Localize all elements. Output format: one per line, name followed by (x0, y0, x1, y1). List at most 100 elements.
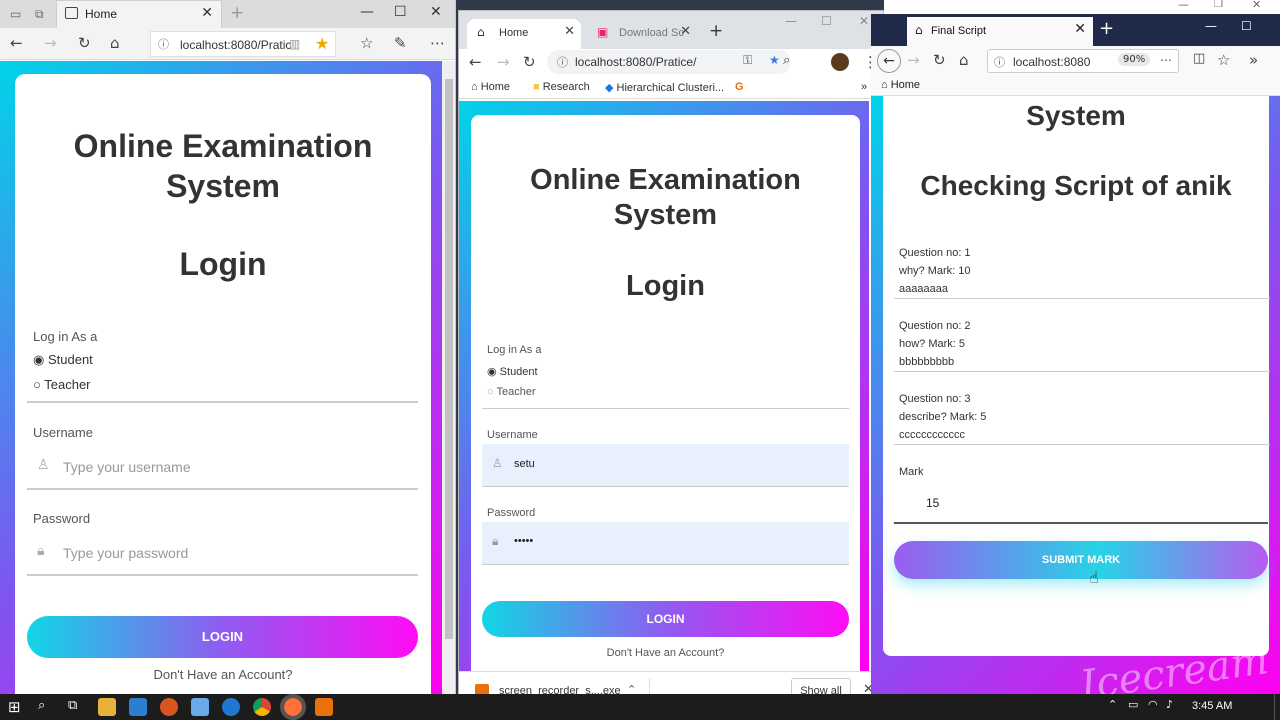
radio-student[interactable]: ◉ Student (487, 365, 538, 378)
file-explorer-icon[interactable] (98, 698, 116, 716)
home-icon[interactable]: ⌂ (110, 34, 120, 52)
login-button[interactable]: LOGIN (482, 601, 849, 637)
bookmark-star-icon[interactable]: ★ (769, 53, 780, 67)
bookmark-star-icon[interactable]: ☆ (1217, 51, 1230, 69)
username-underline (27, 488, 418, 490)
zoom-badge[interactable]: 90% (1118, 53, 1151, 66)
maximize-icon[interactable]: ☐ (821, 14, 832, 28)
favorite-star-icon[interactable]: ★ (315, 34, 329, 53)
chrome-tab-home[interactable]: ⌂ Home ✕ (467, 19, 581, 49)
bookmark-hierarchical[interactable]: ◆ Hierarchical Clusteri... (605, 81, 724, 94)
windows-start-icon[interactable]: ⊞ (8, 698, 21, 716)
app2-icon[interactable] (191, 698, 209, 716)
back-icon[interactable]: ← (877, 49, 901, 73)
profile-avatar[interactable] (831, 53, 849, 71)
firefox-icon[interactable] (280, 694, 306, 720)
window-close-icon[interactable]: ✕ (1252, 0, 1261, 11)
url-field[interactable]: ⓘ localhost:8080/Pratice/ ⚿ ★ (547, 50, 791, 74)
password-input[interactable]: 🔒︎ ••••• (482, 522, 849, 564)
search-icon[interactable]: ⌕ (38, 698, 45, 713)
radio-student-label: Student (499, 366, 538, 378)
username-input[interactable]: ♙ Type your username (27, 446, 418, 488)
firefox-tab-final-script[interactable]: ⌂ Final Script ✕ (907, 17, 1093, 46)
bookmark-home[interactable]: ⌂ Home (471, 81, 510, 93)
chrome-icon[interactable] (253, 698, 271, 716)
mark-input[interactable]: 15 (894, 486, 1268, 522)
login-button[interactable]: LOGIN (27, 616, 418, 658)
clock-time[interactable]: 3:45 AM (1192, 700, 1232, 712)
show-desktop-button[interactable] (1274, 694, 1280, 720)
maximize-icon[interactable]: ☐ (394, 4, 407, 20)
new-tab-icon[interactable]: + (709, 21, 723, 41)
edge-tab-home[interactable]: Home ✕ (56, 0, 222, 28)
forward-icon[interactable]: → (907, 51, 920, 69)
radio-teacher[interactable]: ○ Teacher (33, 377, 91, 392)
task-view-icon[interactable]: ⧉ (68, 698, 77, 713)
submit-mark-button[interactable]: SUBMIT MARK (894, 541, 1268, 579)
chrome-tab-strip: ⌂ Home ✕ ▣ Download Sc ✕ + — ☐ ✕ (459, 11, 883, 49)
key-icon[interactable]: ⚿ (743, 53, 752, 68)
firefox-toolbar: ← → ↻ ⌂ ⓘ localhost:8080 90% ⋯ ◫ ☆ » (871, 46, 1280, 76)
close-icon[interactable]: ✕ (564, 24, 575, 39)
page-background: System Checking Script of anik Question … (871, 96, 1280, 694)
window-close-icon[interactable]: ✕ (859, 14, 869, 28)
scrollbar-thumb[interactable] (445, 79, 453, 639)
reading-view-icon[interactable]: ▥ (289, 37, 300, 51)
page-actions-icon[interactable]: ⋯ (1160, 53, 1172, 67)
url-field[interactable]: ⓘ localhost:8080/Pratic ▥ ★ (150, 31, 336, 57)
back-icon[interactable]: ← (10, 34, 23, 52)
set-aside-tabs-icon[interactable]: ⧉ (35, 7, 44, 22)
pen-icon[interactable]: ✎ (394, 34, 407, 52)
chrome-window: ⌂ Home ✕ ▣ Download Sc ✕ + — ☐ ✕ ← → ↻ ⓘ… (458, 10, 884, 710)
close-icon[interactable]: ✕ (1074, 21, 1086, 37)
minimize-icon[interactable]: — (785, 14, 797, 28)
more-bookmarks-icon[interactable]: » (861, 81, 867, 93)
minimize-icon[interactable]: — (1178, 0, 1189, 11)
zoom-icon[interactable]: ⌕ (783, 53, 790, 68)
refresh-icon[interactable]: ↻ (78, 34, 91, 52)
minimize-icon[interactable]: — (360, 4, 374, 20)
recorder-icon[interactable] (315, 698, 333, 716)
more-icon[interactable]: ⋯ (430, 34, 445, 52)
refresh-icon[interactable]: ↻ (933, 51, 946, 69)
tab-manager-icon[interactable]: ▭ (10, 7, 21, 21)
signup-link[interactable]: Don't Have an Account? (15, 667, 431, 682)
back-icon[interactable]: ← (469, 53, 482, 71)
page-background: Online Examination System Login Log in A… (0, 61, 442, 694)
bookmark-home[interactable]: ⌂ Home (881, 79, 920, 91)
forward-icon[interactable]: → (44, 34, 57, 52)
minimize-icon[interactable]: — (1205, 19, 1217, 33)
radio-teacher[interactable]: ○ Teacher (487, 386, 536, 398)
home-icon[interactable]: ⌂ (959, 51, 969, 69)
app-icon[interactable] (160, 698, 178, 716)
maximize-icon[interactable]: ☐ (1241, 19, 1252, 33)
pocket-icon[interactable]: ◫ (1193, 51, 1205, 66)
refresh-icon[interactable]: ↻ (523, 53, 536, 71)
store-icon[interactable] (129, 698, 147, 716)
battery-icon[interactable]: ▭ (1128, 698, 1138, 711)
signup-link[interactable]: Don't Have an Account? (471, 647, 860, 659)
window-close-icon[interactable]: ✕ (430, 4, 442, 20)
radio-student[interactable]: ◉ Student (33, 352, 93, 368)
chevron-up-icon[interactable]: ⌃ (1108, 698, 1117, 711)
favorites-icon[interactable]: ☆ (360, 34, 373, 52)
question-text: describe? Mark: 5 (899, 411, 987, 423)
forward-icon[interactable]: → (497, 53, 510, 71)
chrome-tab-download[interactable]: ▣ Download Sc ✕ (587, 19, 697, 49)
new-tab-icon[interactable]: + (230, 3, 244, 23)
wifi-icon[interactable]: ◠ (1148, 698, 1158, 711)
restore-icon[interactable]: ❐ (1214, 0, 1223, 10)
close-icon[interactable]: ✕ (680, 24, 691, 39)
volume-icon[interactable]: ♪ (1166, 698, 1173, 711)
page-title: Online Examination System (15, 126, 431, 206)
new-tab-icon[interactable]: + (1099, 18, 1114, 39)
edge-icon[interactable] (222, 698, 240, 716)
bookmark-research[interactable]: ■ Research (533, 81, 590, 93)
overflow-icon[interactable]: » (1249, 51, 1258, 69)
grammarly-icon[interactable]: G (735, 81, 744, 93)
url-field[interactable]: ⓘ localhost:8080 90% ⋯ (987, 49, 1179, 73)
scrollbar[interactable] (442, 61, 455, 694)
username-input[interactable]: ♙ setu (482, 444, 849, 486)
password-input[interactable]: 🔒︎ Type your password (27, 532, 418, 574)
close-icon[interactable]: ✕ (201, 5, 213, 21)
